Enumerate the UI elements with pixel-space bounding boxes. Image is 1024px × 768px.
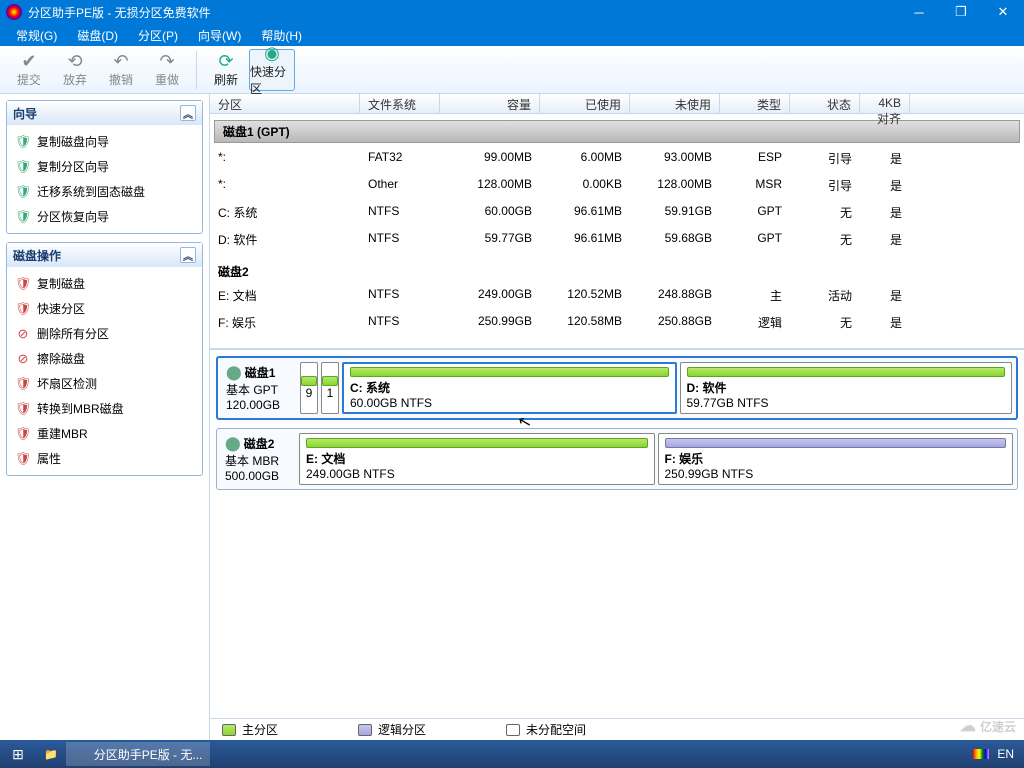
menu-help[interactable]: 帮助(H) <box>251 25 312 46</box>
col-fs[interactable]: 文件系统 <box>360 94 440 113</box>
menu-disk[interactable]: 磁盘(D) <box>67 25 128 46</box>
shield-icon: 🛡 <box>15 209 31 225</box>
legend-logical: 逻辑分区 <box>358 721 426 738</box>
disk-icon: ⬤ <box>225 435 241 451</box>
disk1-part-d[interactable]: D: 软件 59.77GB NTFS <box>680 362 1013 414</box>
chevron-up-icon[interactable]: ︽ <box>180 105 196 121</box>
refresh-button[interactable]: ⟳刷新 <box>203 49 249 91</box>
start-button[interactable]: ⊞ <box>0 740 36 768</box>
diskops-panel-header[interactable]: 磁盘操作 ︽ <box>7 243 202 267</box>
shield-icon: 🛡 <box>15 159 31 175</box>
diskops-item[interactable]: 🛡属性 <box>9 446 200 471</box>
disk2-part-f[interactable]: F: 娱乐 250.99GB NTFS <box>658 433 1014 485</box>
disk1-row[interactable]: ⬤ 磁盘1 基本 GPT 120.00GB 9 1 C: 系统 60.00GB … <box>216 356 1018 420</box>
menu-wizard[interactable]: 向导(W) <box>188 25 251 46</box>
op-icon: 🛡 <box>15 426 31 442</box>
wizard-panel: 向导 ︽ 🛡复制磁盘向导🛡复制分区向导🛡迁移系统到固态磁盘🛡分区恢复向导 <box>6 100 203 234</box>
quick-partition-button[interactable]: ◉快速分区 <box>249 49 295 91</box>
partition-table: 分区 文件系统 容量 已使用 未使用 类型 状态 4KB对齐 磁盘1 (GPT)… <box>210 94 1024 349</box>
table-row[interactable]: F: 娱乐NTFS250.99GB120.58MB250.88GB逻辑无是 <box>210 309 1024 336</box>
task-app[interactable]: 分区助手PE版 - 无... <box>66 742 211 766</box>
col-partition[interactable]: 分区 <box>210 94 360 113</box>
chevron-up-icon[interactable]: ︽ <box>180 247 196 263</box>
legend-primary: 主分区 <box>222 721 278 738</box>
app-icon <box>6 4 22 20</box>
table-row[interactable]: C: 系统NTFS60.00GB96.61MB59.91GBGPT无是 <box>210 199 1024 226</box>
watermark: ☁ 亿速云 <box>960 716 1016 736</box>
legend-unalloc: 未分配空间 <box>506 721 586 738</box>
menubar: 常规(G) 磁盘(D) 分区(P) 向导(W) 帮助(H) <box>0 24 1024 46</box>
op-icon: ⊘ <box>15 351 31 367</box>
wizard-item[interactable]: 🛡分区恢复向导 <box>9 204 200 229</box>
diskops-panel: 磁盘操作 ︽ 🛡复制磁盘🛡快速分区⊘删除所有分区⊘擦除磁盘🛡坏扇区检测🛡转换到M… <box>6 242 203 476</box>
undo-button[interactable]: ↶撤销 <box>98 49 144 91</box>
diskops-item[interactable]: 🛡复制磁盘 <box>9 271 200 296</box>
diskops-item[interactable]: ⊘擦除磁盘 <box>9 346 200 371</box>
disk1-part-c[interactable]: C: 系统 60.00GB NTFS <box>342 362 677 414</box>
lang-icon <box>973 749 989 759</box>
disk1-part-esp[interactable]: 9 <box>300 362 318 414</box>
sidebar: 向导 ︽ 🛡复制磁盘向导🛡复制分区向导🛡迁移系统到固态磁盘🛡分区恢复向导 磁盘操… <box>0 94 210 740</box>
col-4k[interactable]: 4KB对齐 <box>860 94 910 113</box>
close-button[interactable]: ✕ <box>982 0 1024 24</box>
tray[interactable]: EN <box>973 747 1024 761</box>
minimize-button[interactable]: ─ <box>898 0 940 24</box>
discard-button[interactable]: ⟲放弃 <box>52 49 98 91</box>
legend: 主分区 逻辑分区 未分配空间 <box>210 718 1024 740</box>
wizard-item[interactable]: 🛡复制磁盘向导 <box>9 129 200 154</box>
col-status[interactable]: 状态 <box>790 94 860 113</box>
diskops-item[interactable]: 🛡重建MBR <box>9 421 200 446</box>
task-explorer[interactable]: 📁 <box>36 742 66 766</box>
col-capacity[interactable]: 容量 <box>440 94 540 113</box>
taskbar: ⊞ 📁 分区助手PE版 - 无... EN <box>0 740 1024 768</box>
commit-button[interactable]: ✔提交 <box>6 49 52 91</box>
col-type[interactable]: 类型 <box>720 94 790 113</box>
disk1-label: ⬤ 磁盘1 基本 GPT 120.00GB <box>222 362 300 414</box>
diskops-item[interactable]: 🛡快速分区 <box>9 296 200 321</box>
table-row[interactable]: *:Other128.00MB0.00KB128.00MBMSR引导是 <box>210 172 1024 199</box>
disk2-part-e[interactable]: E: 文档 249.00GB NTFS <box>299 433 655 485</box>
wizard-item[interactable]: 🛡复制分区向导 <box>9 154 200 179</box>
disk2-row[interactable]: ⬤ 磁盘2 基本 MBR 500.00GB E: 文档 249.00GB NTF… <box>216 428 1018 490</box>
disk-group-header[interactable]: 磁盘2 <box>218 263 1020 280</box>
disk2-label: ⬤ 磁盘2 基本 MBR 500.00GB <box>221 433 299 485</box>
diskops-item[interactable]: 🛡坏扇区检测 <box>9 371 200 396</box>
disk1-part-msr[interactable]: 1 <box>321 362 339 414</box>
wizard-item[interactable]: 🛡迁移系统到固态磁盘 <box>9 179 200 204</box>
diskops-item[interactable]: ⊘删除所有分区 <box>9 321 200 346</box>
op-icon: 🛡 <box>15 451 31 467</box>
op-icon: 🛡 <box>15 376 31 392</box>
toolbar: ✔提交 ⟲放弃 ↶撤销 ↷重做 ⟳刷新 ◉快速分区 <box>0 46 1024 94</box>
menu-partition[interactable]: 分区(P) <box>128 25 188 46</box>
refresh-icon: ⟳ <box>218 51 233 71</box>
quick-icon: ◉ <box>264 43 280 63</box>
shield-icon: 🛡 <box>15 134 31 150</box>
diskops-item[interactable]: 🛡转换到MBR磁盘 <box>9 396 200 421</box>
discard-icon: ⟲ <box>67 51 82 71</box>
col-used[interactable]: 已使用 <box>540 94 630 113</box>
check-icon: ✔ <box>21 51 36 71</box>
maximize-button[interactable]: ❐ <box>940 0 982 24</box>
disk-diagrams: ⬤ 磁盘1 基本 GPT 120.00GB 9 1 C: 系统 60.00GB … <box>210 349 1024 504</box>
disk-icon: ⬤ <box>226 364 242 380</box>
table-row[interactable]: E: 文档NTFS249.00GB120.52MB248.88GB主活动是 <box>210 282 1024 309</box>
redo-icon: ↷ <box>159 51 174 71</box>
toolbar-separator <box>196 51 197 89</box>
table-row[interactable]: D: 软件NTFS59.77GB96.61MB59.68GBGPT无是 <box>210 226 1024 253</box>
shield-icon: 🛡 <box>15 184 31 200</box>
op-icon: ⊘ <box>15 326 31 342</box>
menu-general[interactable]: 常规(G) <box>6 25 67 46</box>
table-row[interactable]: *:FAT3299.00MB6.00MB93.00MBESP引导是 <box>210 145 1024 172</box>
titlebar: 分区助手PE版 - 无损分区免费软件 ─ ❐ ✕ <box>0 0 1024 24</box>
op-icon: 🛡 <box>15 301 31 317</box>
op-icon: 🛡 <box>15 276 31 292</box>
main-area: 分区 文件系统 容量 已使用 未使用 类型 状态 4KB对齐 磁盘1 (GPT)… <box>210 94 1024 740</box>
redo-button[interactable]: ↷重做 <box>144 49 190 91</box>
op-icon: 🛡 <box>15 401 31 417</box>
col-free[interactable]: 未使用 <box>630 94 720 113</box>
wizard-panel-header[interactable]: 向导 ︽ <box>7 101 202 125</box>
undo-icon: ↶ <box>113 51 128 71</box>
window-title: 分区助手PE版 - 无损分区免费软件 <box>28 4 898 21</box>
